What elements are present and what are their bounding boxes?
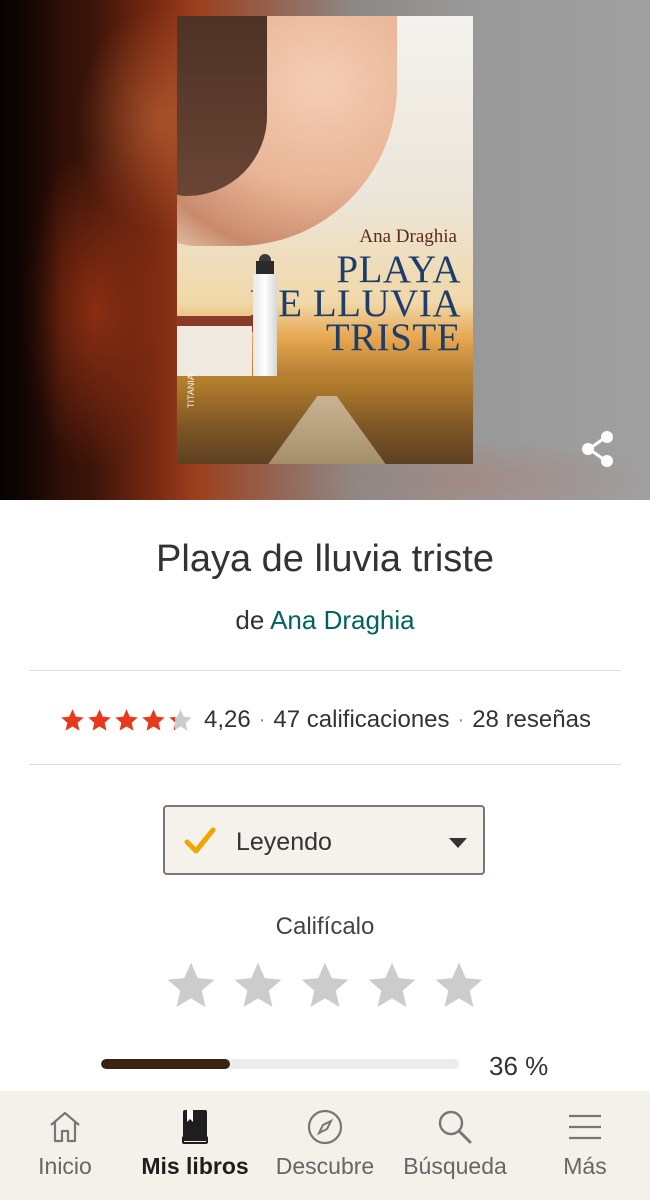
reading-progress-percent: 36 % bbox=[489, 1051, 549, 1081]
nav-label: Inicio bbox=[38, 1153, 92, 1179]
nav-label: Mis libros bbox=[141, 1153, 249, 1179]
home-icon bbox=[50, 1111, 80, 1143]
rate-star-3[interactable] bbox=[297, 958, 353, 1014]
cover-title: PLAYA DE LLUVIA TRISTE bbox=[250, 250, 461, 359]
rating-star bbox=[61, 708, 84, 731]
rate-star-1[interactable] bbox=[163, 958, 219, 1014]
cover-publisher: TITANIA bbox=[186, 374, 196, 408]
nav-mas[interactable]: Más bbox=[520, 1091, 650, 1200]
ratings-count: 47 calificaciones bbox=[273, 706, 450, 733]
share-button[interactable] bbox=[578, 428, 620, 470]
rate-stars bbox=[163, 958, 487, 1016]
separator-dot: · bbox=[258, 708, 266, 731]
author-link[interactable]: Ana Draghia bbox=[270, 605, 415, 635]
rate-star-2[interactable] bbox=[230, 958, 286, 1014]
rating-star bbox=[169, 708, 192, 731]
nav-busqueda[interactable]: Búsqueda bbox=[390, 1091, 520, 1200]
rating-star bbox=[142, 708, 165, 731]
hero-shadow bbox=[0, 0, 60, 500]
shelf-status-dropdown[interactable]: Leyendo bbox=[163, 805, 485, 875]
rate-label: Califícalo bbox=[275, 913, 375, 940]
rate-star-4[interactable] bbox=[364, 958, 420, 1014]
nav-label: Más bbox=[563, 1153, 607, 1179]
compass-icon bbox=[307, 1109, 343, 1145]
cover-lighthouse bbox=[253, 274, 277, 382]
shelf-status-label: Leyendo bbox=[236, 828, 332, 856]
nav-inicio[interactable]: Inicio bbox=[0, 1091, 130, 1200]
average-rating: 4,26 bbox=[204, 706, 251, 733]
reading-progress-fill bbox=[101, 1059, 230, 1069]
search-icon bbox=[438, 1110, 472, 1144]
menu-icon bbox=[569, 1114, 601, 1140]
book-title: Playa de lluvia triste bbox=[156, 538, 494, 580]
share-icon bbox=[582, 431, 613, 467]
cover-author: Ana Draghia bbox=[359, 226, 457, 247]
nav-label: Descubre bbox=[275, 1153, 375, 1179]
nav-mis-libros[interactable]: Mis libros bbox=[130, 1091, 260, 1200]
book-icon bbox=[182, 1110, 208, 1144]
rating-star bbox=[88, 708, 111, 731]
nav-descubre[interactable]: Descubre bbox=[260, 1091, 390, 1200]
bottom-navigation: Inicio Mis libros Descubre Búsqueda Más bbox=[0, 1091, 650, 1200]
book-hero: Ana Draghia PLAYA DE LLUVIA TRISTE TITAN… bbox=[0, 0, 650, 500]
book-cover[interactable]: Ana Draghia PLAYA DE LLUVIA TRISTE TITAN… bbox=[177, 16, 473, 464]
rate-star-5[interactable] bbox=[431, 958, 487, 1014]
book-byline: de Ana Draghia bbox=[0, 605, 650, 636]
byline-prefix: de bbox=[235, 605, 265, 635]
average-rating-stars bbox=[59, 707, 194, 734]
caret-down-icon bbox=[449, 838, 467, 848]
divider bbox=[29, 764, 621, 765]
rating-star bbox=[115, 708, 138, 731]
nav-label: Búsqueda bbox=[403, 1153, 507, 1179]
cover-title-line: TRISTE bbox=[325, 316, 461, 359]
reviews-count: 28 reseñas bbox=[472, 706, 591, 733]
divider bbox=[29, 670, 621, 671]
cover-house bbox=[177, 326, 252, 381]
rating-summary[interactable]: 4,26 · 47 calificaciones · 28 reseñas bbox=[0, 700, 650, 740]
reading-progress-bar[interactable] bbox=[101, 1059, 459, 1069]
check-icon bbox=[184, 827, 216, 854]
separator-dot: · bbox=[457, 708, 465, 731]
